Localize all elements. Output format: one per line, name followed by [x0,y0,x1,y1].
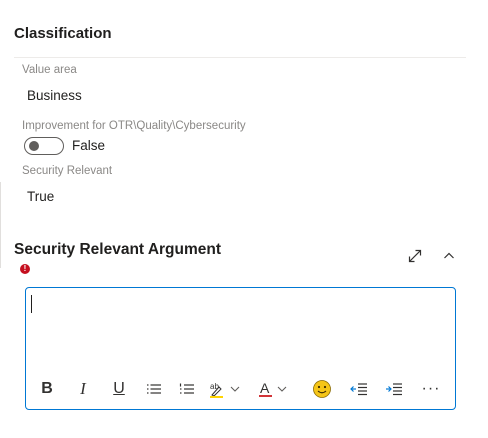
underline-icon[interactable]: U [110,376,128,402]
bold-icon[interactable]: B [38,376,56,402]
numbered-list-icon[interactable] [178,376,196,402]
emoji-icon[interactable] [311,376,333,402]
font-color-icon[interactable]: A [258,376,292,402]
italic-icon[interactable]: I [74,376,92,402]
security-relevant-field[interactable]: True [27,189,54,204]
formatting-toolbar: B I U ab A ··· [26,376,455,402]
increase-indent-icon[interactable] [384,376,404,402]
svg-text:A: A [260,380,270,396]
improvement-toggle[interactable] [24,137,64,155]
bulleted-list-icon[interactable] [145,376,163,402]
collapse-chevron-icon[interactable] [441,248,457,264]
argument-editor[interactable]: B I U ab A ··· [25,287,456,410]
more-icon[interactable]: ··· [419,376,443,402]
decrease-indent-icon[interactable] [349,376,369,402]
section-divider [14,57,466,58]
left-edge-rule [0,182,1,268]
improvement-label: Improvement for OTR\Quality\Cybersecurit… [22,120,246,132]
highlight-icon[interactable]: ab [209,376,243,402]
text-caret [31,295,32,313]
svg-text:ab: ab [210,382,219,391]
value-area-field[interactable]: Business [27,88,82,103]
argument-title: Security Relevant Argument [14,241,222,258]
value-area-label: Value area [22,64,77,76]
expand-icon[interactable] [407,248,423,264]
improvement-toggle-state: False [72,138,106,153]
section-title: Classification [14,25,112,42]
toggle-knob [29,141,39,151]
required-error-icon: ! [20,264,30,274]
security-relevant-label: Security Relevant [22,165,113,177]
